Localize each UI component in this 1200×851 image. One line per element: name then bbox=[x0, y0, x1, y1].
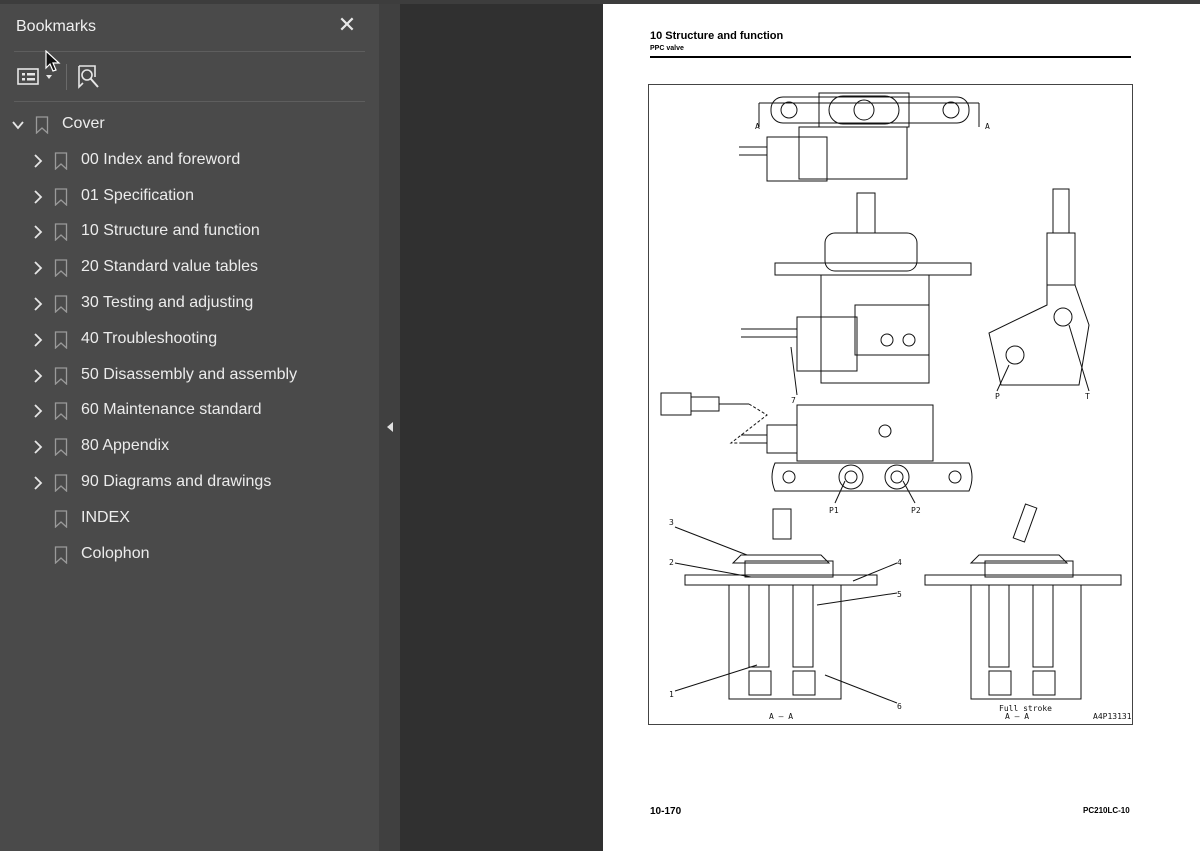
bookmark-icon bbox=[54, 474, 68, 492]
figure-code: A4P13131 bbox=[1093, 712, 1132, 721]
port-label-t: T bbox=[1085, 392, 1090, 401]
bookmark-item-structure-function[interactable]: 10 Structure and function bbox=[0, 215, 379, 249]
page-number: 10-170 bbox=[650, 806, 682, 817]
chevron-right-icon[interactable] bbox=[31, 153, 45, 169]
close-icon[interactable]: ✕ bbox=[335, 12, 359, 38]
bookmark-icon bbox=[54, 259, 68, 277]
bookmark-item-cover[interactable]: Cover bbox=[0, 108, 379, 142]
chevron-down-icon[interactable] bbox=[11, 117, 25, 133]
chevron-right-icon[interactable] bbox=[31, 475, 45, 491]
page-subheading: PPC valve bbox=[650, 45, 684, 52]
callout-5: 5 bbox=[897, 590, 902, 599]
toolbar-separator bbox=[66, 64, 67, 90]
bookmark-item-maintenance-standard[interactable]: 60 Maintenance standard bbox=[0, 394, 379, 428]
callout-4: 4 bbox=[897, 558, 902, 567]
bookmarks-panel: Bookmarks ✕ Cover 00 Index and foreword … bbox=[0, 4, 379, 851]
port-label-p: P bbox=[995, 392, 1000, 401]
bookmark-item-index-foreword[interactable]: 00 Index and foreword bbox=[0, 144, 379, 178]
bookmark-icon bbox=[54, 402, 68, 420]
bookmark-icon bbox=[54, 438, 68, 456]
bookmark-label: 50 Disassembly and assembly bbox=[81, 366, 298, 383]
page-heading: 10 Structure and function bbox=[650, 30, 784, 42]
chevron-right-icon[interactable] bbox=[31, 368, 45, 384]
find-bookmark-button[interactable] bbox=[76, 63, 102, 91]
bookmark-label: 10 Structure and function bbox=[81, 222, 260, 239]
chevron-right-icon[interactable] bbox=[31, 189, 45, 205]
bookmark-label: 20 Standard value tables bbox=[81, 258, 259, 275]
bookmark-item-standard-value-tables[interactable]: 20 Standard value tables bbox=[0, 251, 379, 285]
heading-rule bbox=[650, 56, 1131, 58]
chevron-right-icon[interactable] bbox=[31, 439, 45, 455]
callout-6: 6 bbox=[897, 702, 902, 711]
callout-1: 1 bbox=[669, 690, 674, 699]
ppc-valve-figure: A A P T P1 P2 1 2 3 4 5 6 7 A – A Full s… bbox=[648, 84, 1133, 725]
bookmark-search-icon bbox=[78, 65, 99, 89]
section-mark-right: A bbox=[985, 122, 990, 131]
bookmark-label: Colophon bbox=[81, 545, 150, 562]
bookmark-icon bbox=[54, 546, 68, 564]
view-label-left: A – A bbox=[769, 712, 793, 721]
ppc-valve-drawing: A A P T P1 P2 1 2 3 4 5 6 7 A – A Full s… bbox=[660, 92, 1132, 721]
bookmark-item-troubleshooting[interactable]: 40 Troubleshooting bbox=[0, 323, 379, 357]
bookmark-icon bbox=[54, 510, 68, 528]
bookmark-icon bbox=[35, 116, 49, 134]
chevron-right-icon[interactable] bbox=[31, 224, 45, 240]
mouse-cursor-icon bbox=[45, 50, 61, 72]
pdf-page: 10 Structure and function PPC valve A A … bbox=[603, 4, 1200, 851]
bookmark-icon bbox=[54, 331, 68, 349]
toolbar-divider bbox=[14, 101, 365, 102]
port-label-p2: P2 bbox=[911, 506, 921, 515]
model-code: PC210LC-10 bbox=[1083, 806, 1130, 815]
callout-7: 7 bbox=[791, 396, 796, 405]
bookmark-item-appendix[interactable]: 80 Appendix bbox=[0, 430, 379, 464]
bookmark-label: 30 Testing and adjusting bbox=[81, 294, 254, 311]
bookmark-label: 00 Index and foreword bbox=[81, 151, 241, 168]
bookmark-icon bbox=[54, 367, 68, 385]
bookmark-item-index[interactable]: INDEX bbox=[0, 502, 379, 536]
bookmark-label: 90 Diagrams and drawings bbox=[81, 473, 272, 490]
chevron-right-icon[interactable] bbox=[31, 260, 45, 276]
bookmark-icon bbox=[54, 152, 68, 170]
bookmark-icon bbox=[54, 295, 68, 313]
bookmark-label: 40 Troubleshooting bbox=[81, 330, 218, 347]
bookmark-item-disassembly-assembly[interactable]: 50 Disassembly and assembly bbox=[0, 359, 379, 393]
chevron-right-icon[interactable] bbox=[31, 332, 45, 348]
chevron-right-icon[interactable] bbox=[31, 296, 45, 312]
chevron-right-icon[interactable] bbox=[31, 403, 45, 419]
bookmark-label: 80 Appendix bbox=[81, 437, 170, 454]
callout-2: 2 bbox=[669, 558, 674, 567]
bookmark-icon bbox=[54, 223, 68, 241]
bookmark-icon bbox=[54, 188, 68, 206]
bookmark-item-colophon[interactable]: Colophon bbox=[0, 538, 379, 572]
callout-3: 3 bbox=[669, 518, 674, 527]
bookmark-item-diagrams-drawings[interactable]: 90 Diagrams and drawings bbox=[0, 466, 379, 500]
bookmark-item-testing-adjusting[interactable]: 30 Testing and adjusting bbox=[0, 287, 379, 321]
port-label-p1: P1 bbox=[829, 506, 839, 515]
view-label-right: A – A bbox=[1005, 712, 1029, 721]
bookmark-label: INDEX bbox=[81, 509, 130, 526]
collapse-panel-icon[interactable] bbox=[384, 420, 396, 434]
bookmark-label: Cover bbox=[62, 115, 105, 132]
bookmarks-header: Bookmarks ✕ bbox=[0, 4, 379, 52]
bookmark-label: 01 Specification bbox=[81, 187, 194, 204]
section-mark-left: A bbox=[755, 122, 760, 131]
bookmarks-title: Bookmarks bbox=[16, 18, 97, 35]
bookmark-label: 60 Maintenance standard bbox=[81, 401, 262, 418]
bookmark-item-specification[interactable]: 01 Specification bbox=[0, 180, 379, 214]
